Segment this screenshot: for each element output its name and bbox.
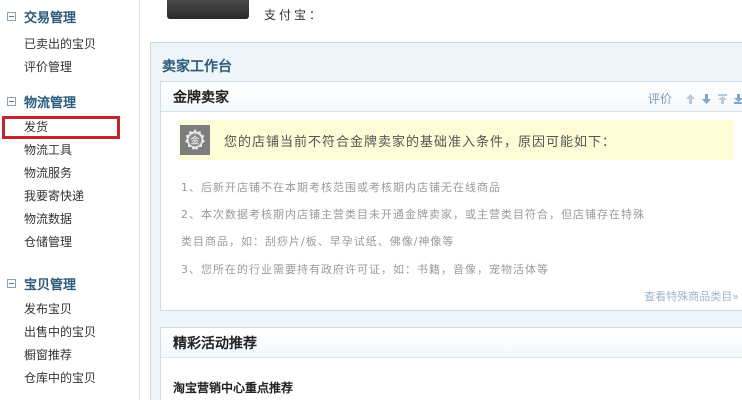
reason-1: 1、后新开店铺不在本期考核范围或考核期内店铺无在线商品 <box>181 181 501 194</box>
move-bottom-icon[interactable] <box>733 93 742 105</box>
sidebar-item-send-express[interactable]: 我要寄快递 <box>0 185 140 208</box>
reason-2: 2、本次数据考核期内店铺主营类目未开通金牌卖家，或主营类目符合，但店铺存在特殊 <box>181 208 645 221</box>
sidebar-item-publish[interactable]: 发布宝贝 <box>0 298 140 321</box>
sidebar-item-ship[interactable]: 发货 <box>2 116 120 139</box>
gold-medal-icon: 金 <box>180 125 210 155</box>
collapse-icon[interactable] <box>7 11 16 21</box>
sidebar-section-items: 宝贝管理 发布宝贝 出售中的宝贝 橱窗推荐 仓库中的宝贝 <box>0 272 140 390</box>
review-link[interactable]: 评价 <box>648 90 672 107</box>
notice-text: 您的店铺当前不符合金牌卖家的基础准入条件，原因可能如下： <box>224 134 617 150</box>
sidebar-item-showcase[interactable]: 橱窗推荐 <box>0 344 140 367</box>
section-header-trade[interactable]: 交易管理 <box>0 5 140 27</box>
alipay-label: 支付宝： <box>264 8 325 22</box>
collapse-icon[interactable] <box>7 96 16 106</box>
sidebar-item-reviews[interactable]: 评价管理 <box>0 56 140 79</box>
activity-subtitle[interactable]: 淘宝营销中心重点推荐 <box>173 379 293 396</box>
activity-panel-header: 精彩活动推荐 <box>161 328 742 358</box>
svg-text:金: 金 <box>190 135 199 147</box>
move-up-icon[interactable] <box>685 93 696 105</box>
collapse-icon[interactable] <box>7 278 16 288</box>
left-sidebar: 交易管理 已卖出的宝贝 评价管理 物流管理 发货 物流工具 物流服务 我要寄快递… <box>0 0 140 400</box>
reason-3: 3、您所在的行业需要持有政府许可证，如：书籍，音像，宠物活体等 <box>181 263 549 276</box>
eligibility-notice: 金 您的店铺当前不符合金牌卖家的基础准入条件，原因可能如下： <box>178 120 734 160</box>
shop-avatar[interactable] <box>167 0 249 19</box>
gold-seller-panel: 金牌卖家 评价 金 您的店铺当前不符合金牌卖家的基础准入条件，原因可能如下： 1… <box>160 81 742 311</box>
panel-title: 金牌卖家 <box>173 89 229 106</box>
move-top-icon[interactable] <box>717 93 728 105</box>
move-down-icon[interactable] <box>701 93 712 105</box>
sidebar-section-trade: 交易管理 已卖出的宝贝 评价管理 <box>0 5 140 79</box>
sidebar-section-logistics: 物流管理 发货 物流工具 物流服务 我要寄快递 物流数据 仓储管理 <box>0 90 140 254</box>
activity-panel: 精彩活动推荐 淘宝营销中心重点推荐 <box>160 327 742 400</box>
panel-header: 金牌卖家 评价 <box>161 82 742 112</box>
sidebar-item-sold[interactable]: 已卖出的宝贝 <box>0 33 140 56</box>
sidebar-item-warehouse[interactable]: 仓储管理 <box>0 231 140 254</box>
activity-title: 精彩活动推荐 <box>173 335 257 352</box>
sidebar-item-logistics-tools[interactable]: 物流工具 <box>0 139 140 162</box>
seller-workbench: 卖家工作台 金牌卖家 评价 金 您的店铺当前不符合金牌卖家的基础准入条件，原因可… <box>150 42 742 400</box>
sidebar-item-in-warehouse[interactable]: 仓库中的宝贝 <box>0 367 140 390</box>
section-header-logistics[interactable]: 物流管理 <box>0 90 140 112</box>
workbench-title: 卖家工作台 <box>162 59 232 75</box>
sidebar-item-on-sale[interactable]: 出售中的宝贝 <box>0 321 140 344</box>
sidebar-item-logistics-data[interactable]: 物流数据 <box>0 208 140 231</box>
section-title-logistics: 物流管理 <box>24 95 77 111</box>
section-title-items: 宝贝管理 <box>24 277 77 293</box>
view-special-categories-link[interactable]: 查看特殊商品类目» <box>644 288 739 304</box>
reason-2-continued: 类目商品，如：刮痧片/板、早孕试纸、佛像/神像等 <box>181 235 455 248</box>
panel-tools: 评价 <box>648 90 742 107</box>
sidebar-item-logistics-service[interactable]: 物流服务 <box>0 162 140 185</box>
section-title-trade: 交易管理 <box>24 10 77 26</box>
section-header-items[interactable]: 宝贝管理 <box>0 272 140 294</box>
